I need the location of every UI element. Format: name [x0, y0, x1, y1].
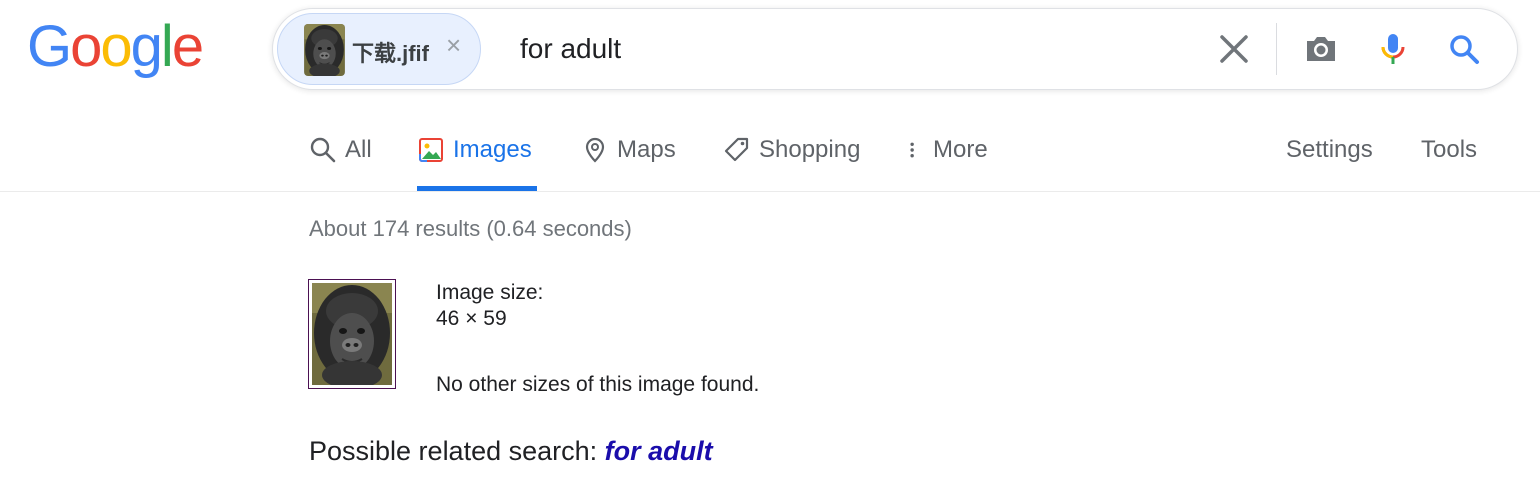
- result-stats: About 174 results (0.64 seconds): [309, 216, 632, 241]
- search-tabs: All Images Maps Shopping More Settings T…: [0, 96, 1540, 192]
- image-size-value: 46 × 59: [436, 307, 507, 330]
- tag-icon: [724, 137, 749, 162]
- tab-all[interactable]: All: [309, 116, 372, 191]
- image-chip-label: 下载.jfif: [352, 41, 429, 66]
- search-box: 下载.jfif ×: [272, 8, 1518, 90]
- tab-label: Images: [453, 136, 532, 163]
- tab-label: Shopping: [759, 136, 861, 163]
- search-input[interactable]: [520, 29, 1160, 69]
- settings-link[interactable]: Settings: [1286, 136, 1373, 164]
- result-image-thumbnail[interactable]: [308, 279, 396, 389]
- search-divider: [1276, 23, 1277, 75]
- search-icon: [310, 137, 336, 163]
- related-search: Possible related search: for adult: [309, 436, 713, 467]
- remove-image-icon[interactable]: ×: [446, 32, 461, 58]
- image-icon: [419, 138, 443, 162]
- microphone-icon[interactable]: [1373, 29, 1413, 69]
- header: Google // colored logo letters rendered …: [0, 0, 1540, 96]
- camera-icon[interactable]: [1301, 29, 1341, 69]
- tools-link[interactable]: Tools: [1421, 136, 1477, 164]
- tab-label: Maps: [617, 136, 676, 163]
- tab-label: More: [933, 136, 988, 163]
- clear-icon[interactable]: [1214, 29, 1254, 69]
- query-image-thumbnail: [304, 24, 345, 76]
- tab-label: All: [345, 136, 372, 163]
- map-pin-icon: [585, 137, 605, 163]
- google-logo[interactable]: Google: [27, 14, 204, 80]
- image-size-label: Image size:: [436, 281, 544, 304]
- related-search-prefix: Possible related search:: [309, 436, 598, 466]
- tab-maps[interactable]: Maps: [581, 116, 676, 191]
- tab-more[interactable]: More: [905, 116, 988, 191]
- more-vert-icon: [910, 142, 914, 158]
- tab-shopping[interactable]: Shopping: [723, 116, 860, 191]
- tab-images[interactable]: Images: [417, 116, 537, 191]
- search-icon[interactable]: [1444, 29, 1484, 69]
- related-search-link[interactable]: for adult: [605, 436, 713, 466]
- no-other-sizes-text: No other sizes of this image found.: [436, 373, 760, 396]
- search-image-chip[interactable]: 下载.jfif ×: [277, 13, 481, 85]
